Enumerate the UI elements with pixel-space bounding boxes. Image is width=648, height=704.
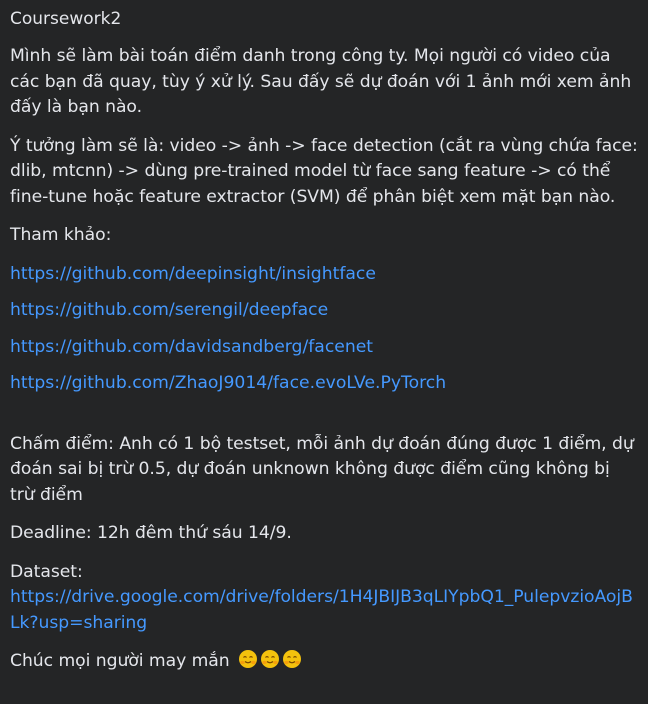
hugging-face-emoji-icon <box>283 650 302 668</box>
deadline-paragraph: Deadline: 12h đêm thứ sáu 14/9. <box>10 523 292 543</box>
insightface-link[interactable]: https://github.com/deepinsight/insightfa… <box>10 264 376 284</box>
post-title: Coursework2 <box>10 9 122 29</box>
hugging-face-emoji-icon <box>261 650 280 668</box>
idea-paragraph: Ý tưởng làm sẽ là: video -> ảnh -> face … <box>10 135 638 207</box>
facenet-link[interactable]: https://github.com/davidsandberg/facenet <box>10 337 373 357</box>
emoji-group <box>238 649 302 669</box>
grading-paragraph: Chấm điểm: Anh có 1 bộ testset, mỗi ảnh … <box>10 433 634 505</box>
face-evolve-link[interactable]: https://github.com/ZhaoJ9014/face.evoLVe… <box>10 373 446 393</box>
dataset-link[interactable]: https://drive.google.com/drive/folders/1… <box>10 587 633 633</box>
intro-paragraph: Mình sẽ làm bài toán điểm danh trong côn… <box>10 46 632 117</box>
link-line: https://github.com/davidsandberg/facenet <box>10 335 638 361</box>
link-line: https://github.com/serengil/deepface <box>10 298 638 324</box>
reference-label: Tham khảo: <box>10 225 112 245</box>
closing-paragraph: Chúc mọi người may mắn <box>10 649 638 675</box>
link-line: https://github.com/ZhaoJ9014/face.evoLVe… <box>10 371 638 397</box>
deepface-link[interactable]: https://github.com/serengil/deepface <box>10 300 328 320</box>
link-line: https://github.com/deepinsight/insightfa… <box>10 262 638 288</box>
dataset-label: Dataset: <box>10 561 83 582</box>
post-body: Coursework2 Mình sẽ làm bài toán điểm da… <box>0 0 648 704</box>
blank-spacer <box>10 408 638 432</box>
closing-text: Chúc mọi người may mắn <box>10 651 230 671</box>
dataset-paragraph: Dataset: https://drive.google.com/drive/… <box>10 560 638 637</box>
hugging-face-emoji-icon <box>239 650 258 668</box>
